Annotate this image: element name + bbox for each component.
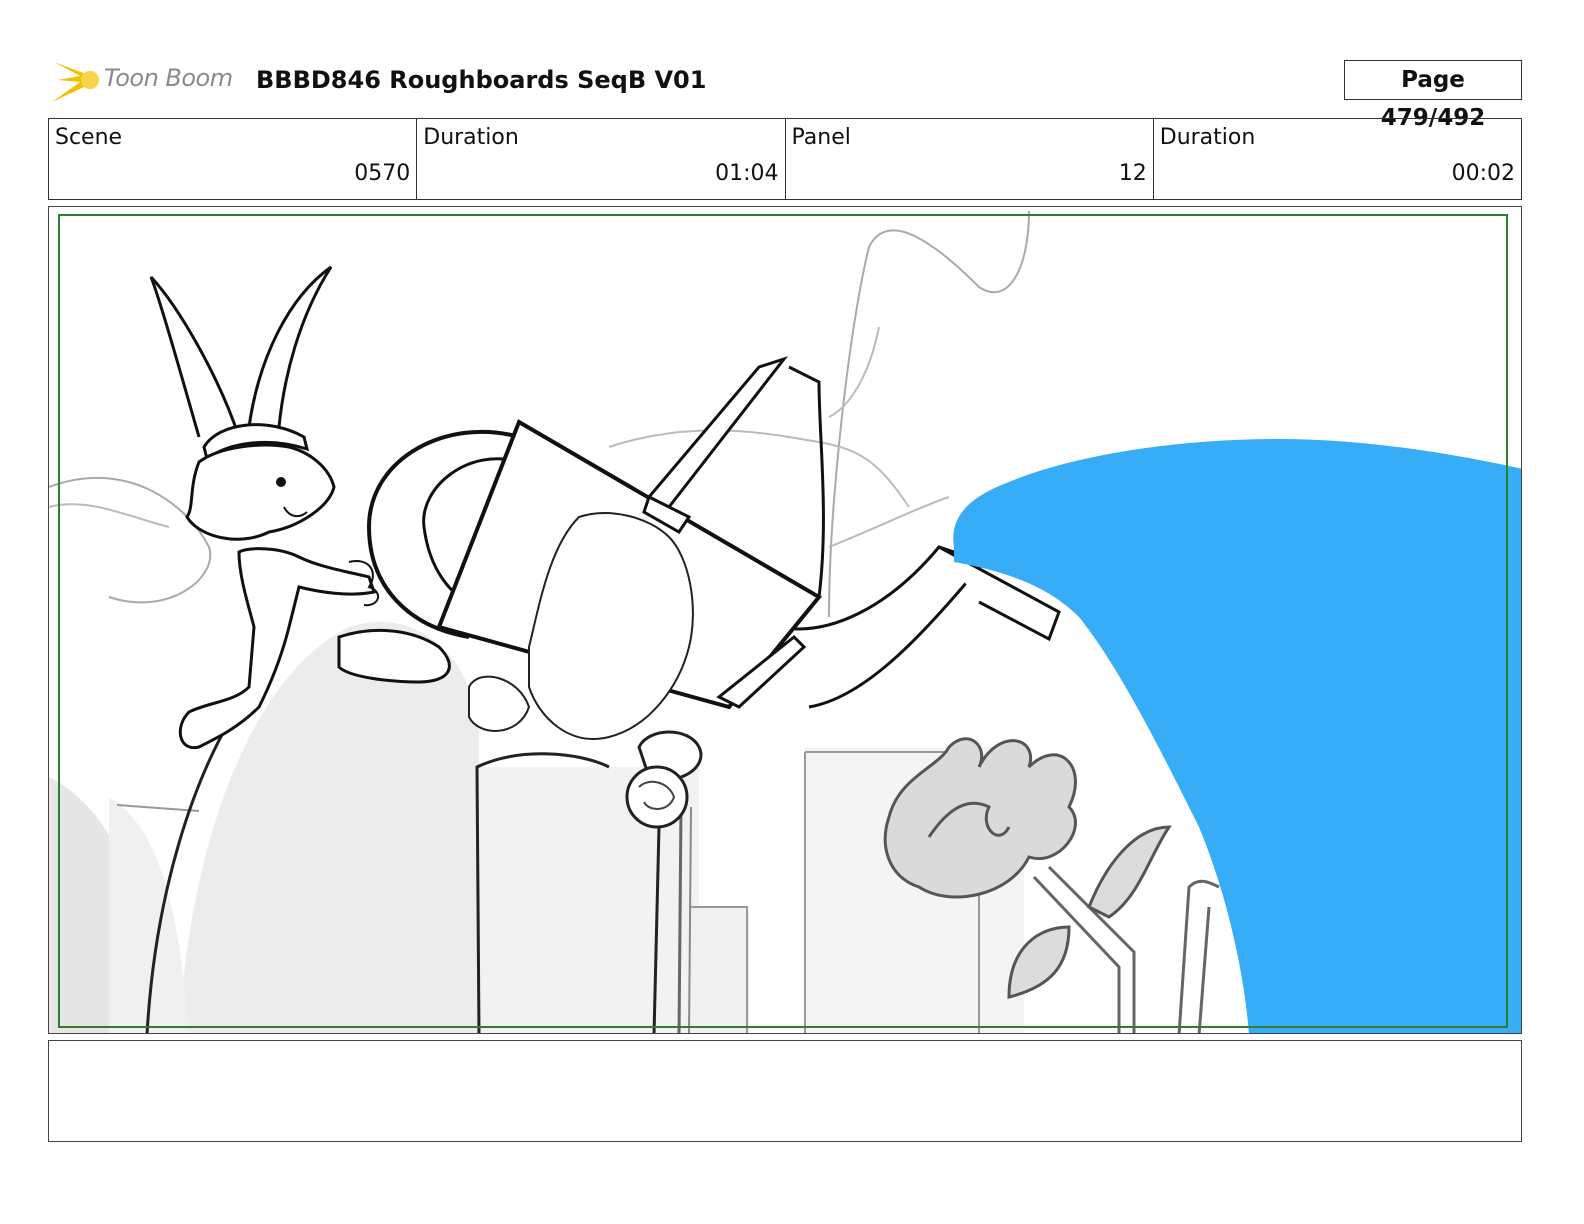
panel-info-table: Scene 0570 Duration 01:04 Panel 12 Durat… — [48, 118, 1522, 200]
cell-value: 0570 — [354, 161, 411, 186]
cell-label: Panel — [791, 125, 851, 150]
cell-value: 00:02 — [1451, 161, 1515, 186]
panel-notes-box — [48, 1040, 1522, 1142]
cell-value: 12 — [1118, 161, 1147, 186]
page-number: Page 479/492 — [1344, 60, 1522, 131]
storyboard-panel-image — [48, 206, 1522, 1034]
cell-value: 01:04 — [715, 161, 779, 186]
cell-label: Scene — [55, 125, 123, 150]
document-title: BBBD846 Roughboards SeqB V01 — [256, 66, 707, 94]
panel-drawing — [49, 210, 1521, 1033]
logo-burst-icon — [52, 62, 99, 102]
toon-boom-logo: Toon Boom — [50, 56, 240, 106]
logo-text: Toon Boom — [104, 64, 233, 92]
info-cell-scene: Scene 0570 — [49, 119, 418, 199]
info-cell-panel-duration: Duration 00:02 — [1154, 119, 1521, 199]
info-cell-panel: Panel 12 — [786, 119, 1154, 199]
cell-label: Duration — [423, 125, 519, 150]
info-cell-scene-duration: Duration 01:04 — [417, 119, 786, 199]
cell-label: Duration — [1159, 125, 1256, 150]
